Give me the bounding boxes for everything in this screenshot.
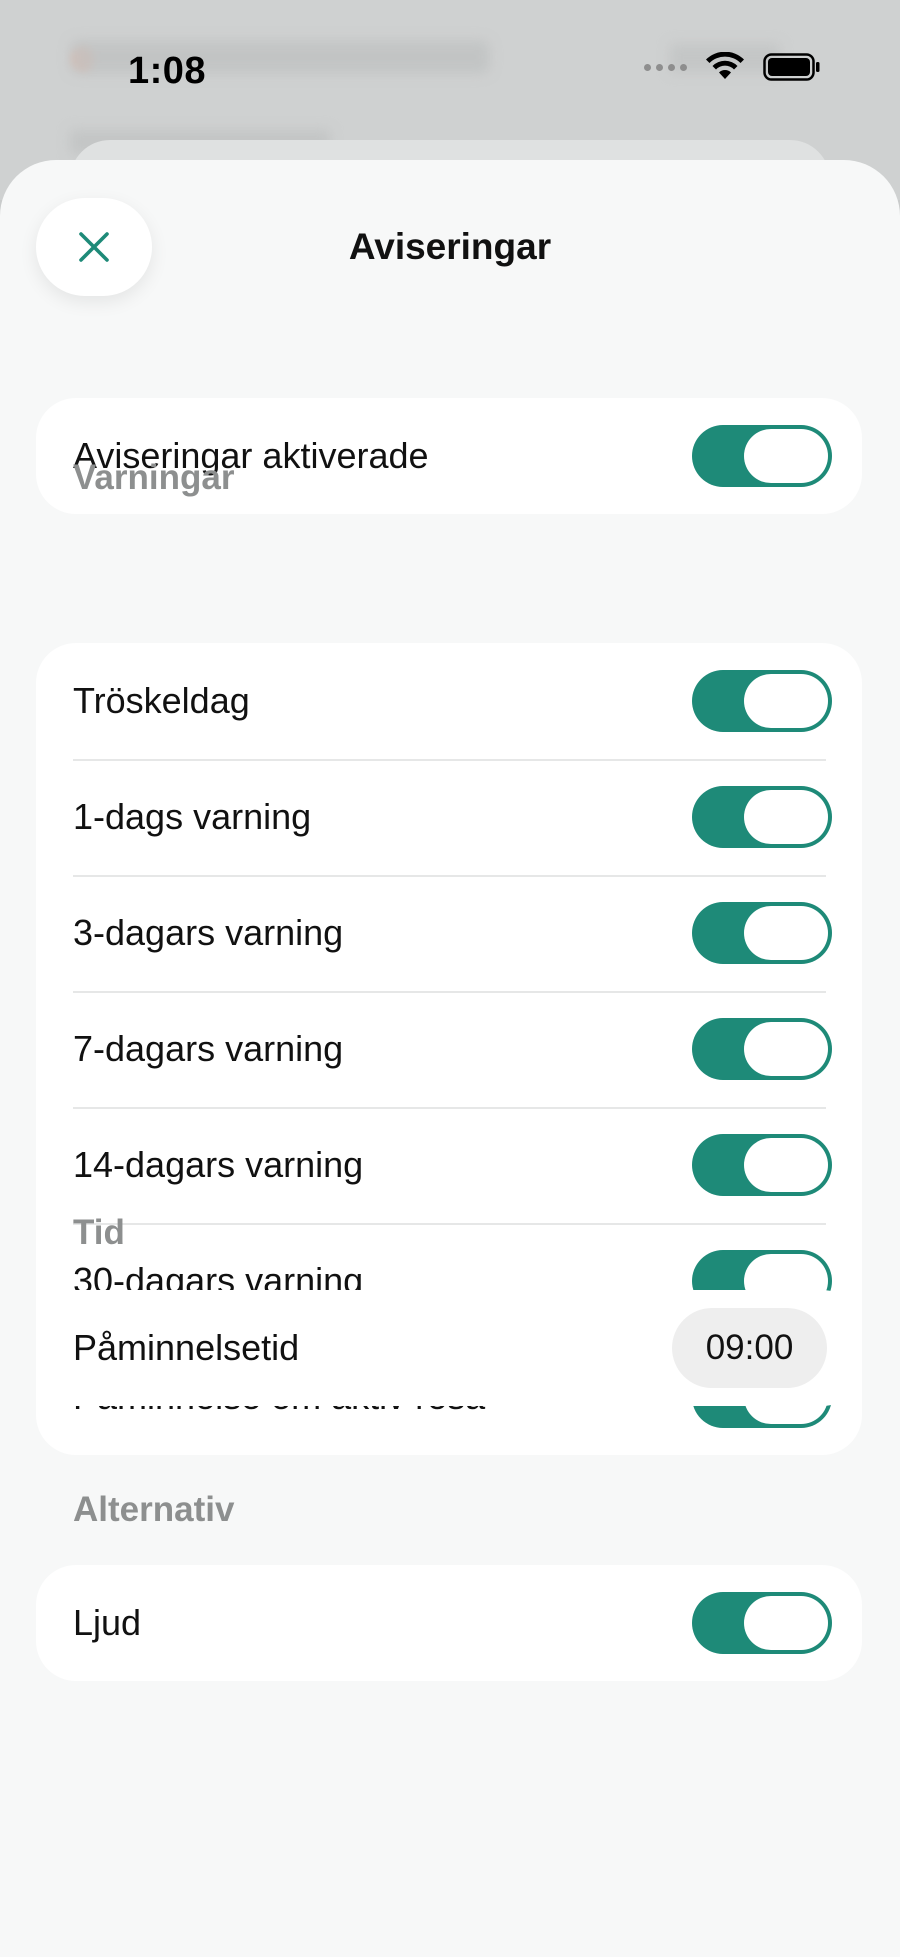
warning-7-day-toggle[interactable] bbox=[692, 1018, 832, 1080]
section-header-options: Alternativ bbox=[73, 1490, 235, 1529]
warning-3-day-toggle[interactable] bbox=[692, 902, 832, 964]
list-item: Tröskeldag bbox=[36, 643, 862, 759]
list-item: 14-dagars varning bbox=[36, 1107, 862, 1223]
battery-icon bbox=[763, 53, 820, 81]
warning-threshold-day-toggle[interactable] bbox=[692, 670, 832, 732]
status-bar: 1:08 bbox=[0, 0, 900, 140]
warning-7-day-label: 7-dagars varning bbox=[73, 1028, 344, 1069]
sheet-title: Aviseringar bbox=[348, 226, 552, 267]
section-header-time: Tid bbox=[73, 1213, 125, 1252]
section-header-warnings: Varningar bbox=[73, 458, 235, 497]
list-item: 3-dagars varning bbox=[36, 875, 862, 991]
list-item: 7-dagars varning bbox=[36, 991, 862, 1107]
status-icons bbox=[644, 52, 821, 82]
wifi-icon bbox=[706, 52, 744, 79]
list-item: Ljud bbox=[36, 1565, 862, 1681]
cellular-signal-icon bbox=[644, 63, 687, 71]
warning-1-day-toggle[interactable] bbox=[692, 786, 832, 848]
notifications-enabled-toggle[interactable] bbox=[692, 425, 832, 487]
time-card: Påminnelsetid 09:00 bbox=[36, 1290, 862, 1406]
sound-label: Ljud bbox=[73, 1602, 142, 1643]
reminder-time-row: Påminnelsetid 09:00 bbox=[36, 1290, 862, 1406]
options-card: Ljud bbox=[36, 1565, 862, 1681]
status-time: 1:08 bbox=[128, 50, 207, 92]
list-item: 1-dags varning bbox=[36, 759, 862, 875]
warning-14-day-toggle[interactable] bbox=[692, 1134, 832, 1196]
warning-1-day-label: 1-dags varning bbox=[73, 796, 312, 837]
warning-14-day-label: 14-dagars varning bbox=[73, 1144, 364, 1185]
sound-toggle[interactable] bbox=[692, 1592, 832, 1654]
reminder-time-label: Påminnelsetid bbox=[73, 1327, 300, 1368]
notifications-sheet: Aviseringar Aviseringar aktiverade Varni… bbox=[0, 160, 900, 1957]
warning-threshold-day-label: Tröskeldag bbox=[73, 680, 250, 721]
warning-3-day-label: 3-dagars varning bbox=[73, 912, 344, 953]
reminder-time-picker[interactable]: 09:00 bbox=[672, 1308, 827, 1388]
